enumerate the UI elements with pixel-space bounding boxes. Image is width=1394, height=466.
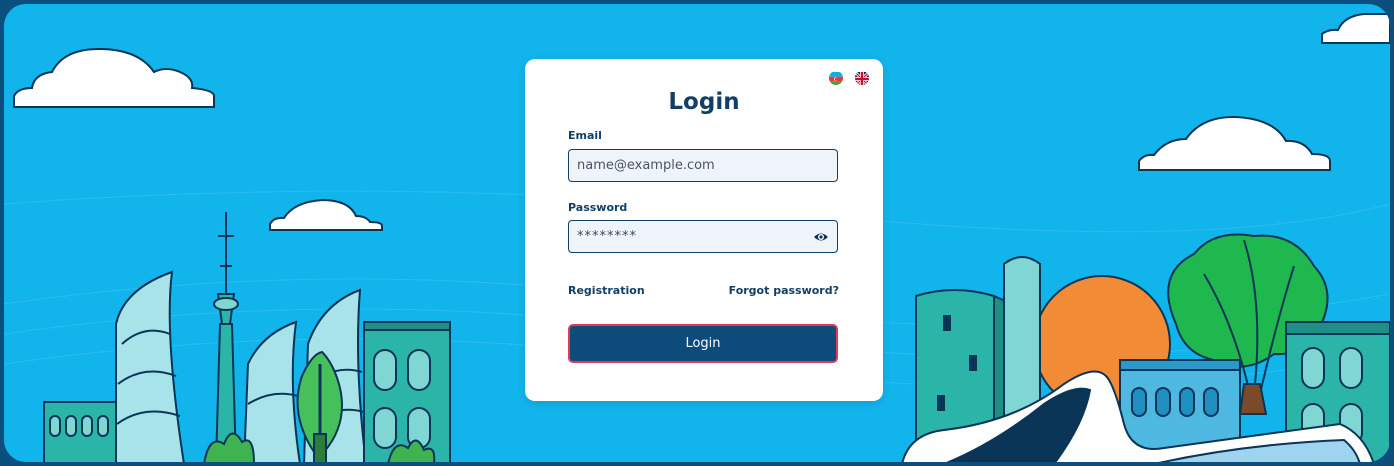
page-title: Login [668,89,740,115]
email-input[interactable] [577,158,829,173]
password-input[interactable] [577,229,813,244]
cloud-corner [1321,13,1390,44]
password-label: Password [568,201,628,214]
cloud-mid [269,198,383,231]
uk-flag-icon[interactable] [855,71,869,85]
cloud-left [13,47,215,108]
forgot-password-link[interactable]: Forgot password? [729,284,839,297]
email-label: Email [568,129,602,142]
azerbaijan-flag-icon[interactable] [829,71,843,85]
page-frame: Login Email Password Registration Forgot… [4,4,1390,462]
password-field-wrapper [568,220,838,253]
registration-link[interactable]: Registration [568,284,645,297]
cloud-right [1138,115,1331,171]
login-button[interactable]: Login [568,324,838,363]
email-field-wrapper [568,149,838,182]
eye-icon[interactable] [813,229,829,245]
login-card: Login Email Password Registration Forgot… [525,59,883,401]
language-switcher [829,71,869,85]
